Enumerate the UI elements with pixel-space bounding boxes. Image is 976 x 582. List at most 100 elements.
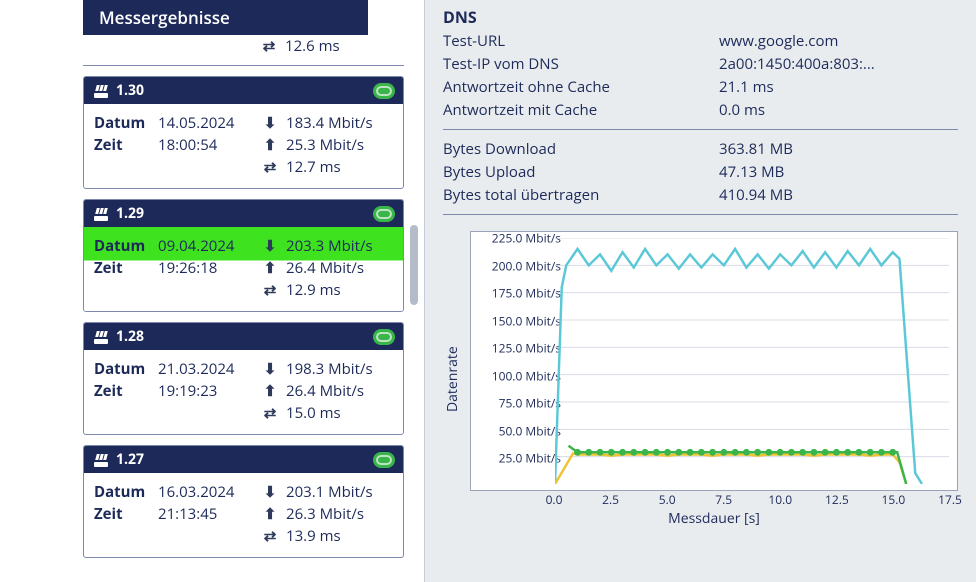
ping-icon: ⇄: [262, 402, 278, 424]
marker: [754, 449, 761, 456]
series-Upload: [555, 453, 906, 484]
card-version: 1.27: [116, 450, 144, 469]
xtick-label: 2.5: [602, 491, 619, 508]
card-header[interactable]: 1.27: [84, 446, 403, 473]
ping-icon: ⇄: [262, 156, 278, 178]
card-version: 1.30: [116, 81, 144, 100]
date-label: Datum: [94, 235, 150, 257]
card-version: 1.28: [116, 327, 144, 346]
card-body: Datum14.05.2024⬇183.4 Mbit/sZeit18:00:54…: [84, 104, 403, 188]
time-value: 19:26:18: [158, 257, 254, 279]
meta-value: 2a00:1450:400a:803:...: [719, 54, 958, 74]
meta-row: Bytes total übertragen410.94 MB: [443, 185, 958, 205]
meta-value: 21.1 ms: [719, 77, 958, 97]
divider: [443, 214, 958, 215]
meta-row: Antwortzeit ohne Cache21.1 ms: [443, 77, 958, 97]
meta-value: 363.81 MB: [719, 139, 958, 159]
meta-key: Bytes Upload: [443, 162, 719, 182]
marker: [833, 449, 840, 456]
marker: [664, 449, 671, 456]
upload-icon: ⬆: [262, 257, 278, 279]
download-icon: ⬇: [262, 112, 278, 134]
card-body: Datum16.03.2024⬇203.1 Mbit/sZeit21:13:45…: [84, 473, 403, 557]
list-item[interactable]: 1.27Datum16.03.2024⬇203.1 Mbit/sZeit21:1…: [83, 445, 404, 558]
card-header[interactable]: 1.29: [84, 200, 403, 227]
time-value: 21:13:45: [158, 503, 254, 525]
measurements-title: Messergebnisse: [83, 0, 368, 35]
xtick-label: 10.0: [768, 491, 792, 508]
ytick-label: 200.0 Mbit/s: [492, 257, 561, 274]
download-value: 183.4 Mbit/s: [286, 112, 393, 134]
download-value: 198.3 Mbit/s: [286, 358, 393, 380]
xtick-label: 15.0: [882, 491, 906, 508]
ytick-label: 150.0 Mbit/s: [492, 312, 561, 329]
series-Download: [555, 249, 922, 484]
marker: [822, 449, 829, 456]
ytick-label: 25.0 Mbit/s: [499, 450, 561, 467]
ping-value: 12.7 ms: [286, 156, 393, 178]
date-value: 14.05.2024: [158, 112, 254, 134]
date-label: Datum: [94, 358, 150, 380]
xtick-label: 17.5: [938, 491, 962, 508]
app-root: Messergebnisse ⇄ 12.6 ms 1.30 Datum 14.05.…: [0, 0, 976, 582]
chart: Datenrate 25.0 Mbit/s50.0 Mbit/s75.0 Mbi…: [443, 231, 958, 528]
cloud-icon: [373, 329, 395, 345]
marker: [732, 449, 739, 456]
chart-plot[interactable]: 25.0 Mbit/s50.0 Mbit/s75.0 Mbit/s100.0 M…: [470, 231, 958, 491]
ping-icon: ⇄: [261, 35, 277, 57]
card-header[interactable]: 1.30: [84, 77, 403, 104]
ytick-label: 50.0 Mbit/s: [499, 422, 561, 439]
upload-value: 26.4 Mbit/s: [286, 380, 393, 402]
marker: [799, 449, 806, 456]
list-item[interactable]: 1.30Datum14.05.2024⬇183.4 Mbit/sZeit18:0…: [83, 76, 404, 189]
date-value: 09.04.2024: [158, 235, 254, 257]
scrollbar-thumb[interactable]: [410, 225, 418, 305]
measurements-list[interactable]: ⇄ 12.6 ms 1.30 Datum 14.05.2024 ⬇ 183.4 Mbit…: [0, 35, 424, 582]
xtick-label: 12.5: [825, 491, 849, 508]
marker: [867, 449, 874, 456]
time-value: 18:00:54: [158, 134, 254, 156]
router-icon: [92, 330, 110, 344]
cloud-icon: [373, 452, 395, 468]
list-item[interactable]: 1.29Datum09.04.2024⬇203.3 Mbit/sZeit19:2…: [83, 199, 404, 312]
time-value: 19:19:23: [158, 380, 254, 402]
marker: [630, 449, 637, 456]
meta-key: Antwortzeit ohne Cache: [443, 77, 719, 97]
meta-row: Test-URLwww.google.com: [443, 31, 958, 51]
card-header[interactable]: 1.28: [84, 323, 403, 350]
card-body: Datum09.04.2024⬇203.3 Mbit/sZeit19:26:18…: [84, 227, 403, 311]
meta-row: Test-IP vom DNS2a00:1450:400a:803:...: [443, 54, 958, 74]
meta-key: Antwortzeit mit Cache: [443, 100, 719, 120]
list-item[interactable]: 1.28 Datum21.03.2024⬇198.3 Mbit/sZeit19:1…: [83, 322, 404, 435]
xtick-label: 0.0: [546, 491, 563, 508]
xtick-label: 5.0: [659, 491, 676, 508]
cloud-icon: [373, 83, 395, 99]
upload-value: 26.4 Mbit/s: [286, 257, 393, 279]
meta-value: 410.94 MB: [719, 185, 958, 205]
card-version: 1.29: [116, 204, 144, 223]
meta-value: 0.0 ms: [719, 100, 958, 120]
marker: [608, 449, 615, 456]
meta-row: Bytes Upload47.13 MB: [443, 162, 958, 182]
time-label: Zeit: [94, 257, 150, 279]
marker: [675, 449, 682, 456]
upload-icon: ⬆: [262, 380, 278, 402]
meta-key: Test-URL: [443, 31, 719, 51]
marker: [709, 449, 716, 456]
download-icon: ⬇: [262, 481, 278, 503]
meta-key: Bytes total übertragen: [443, 185, 719, 205]
marker: [687, 449, 694, 456]
marker: [698, 449, 705, 456]
list-item-partial[interactable]: ⇄ 12.6 ms: [83, 35, 404, 66]
marker: [574, 449, 581, 456]
ytick-label: 175.0 Mbit/s: [492, 285, 561, 302]
divider: [443, 129, 958, 130]
marker: [585, 449, 592, 456]
marker: [720, 449, 727, 456]
download-value: 203.1 Mbit/s: [286, 481, 393, 503]
marker: [743, 449, 750, 456]
card-body: Datum21.03.2024⬇198.3 Mbit/sZeit19:19:23…: [84, 350, 403, 434]
scrollbar[interactable]: [410, 35, 418, 582]
details-panel: DNS Test-URLwww.google.comTest-IP vom DN…: [424, 0, 976, 582]
measurements-panel: Messergebnisse ⇄ 12.6 ms 1.30 Datum 14.05.…: [0, 0, 424, 582]
